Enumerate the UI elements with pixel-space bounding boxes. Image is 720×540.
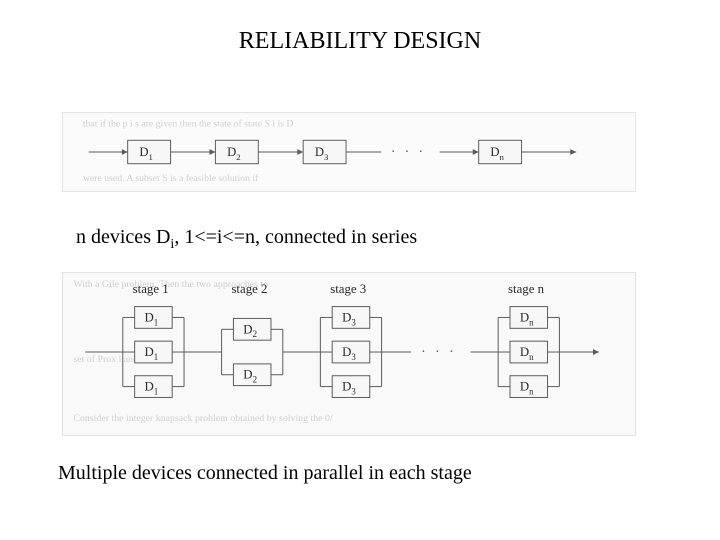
d3b-label: D — [342, 345, 351, 359]
device-n-label: D — [490, 145, 499, 159]
dnb-sub: n — [529, 352, 534, 362]
d1a-label: D — [145, 310, 154, 324]
figure-parallel: With a Gile problem. Then the two approa… — [62, 272, 636, 436]
stage-3-label: stage 3 — [330, 282, 366, 296]
svg-text:set of Prox i and: set of Prox i and — [73, 354, 138, 365]
svg-text:Consider the integer knapsack: Consider the integer knapsack problem ob… — [73, 413, 333, 424]
caption-series: n devices Di, 1<=i<=n, connected in seri… — [76, 226, 417, 253]
dna-label: D — [520, 310, 529, 324]
device-1-label: D — [139, 145, 148, 159]
device-2-label: D — [227, 145, 236, 159]
dnc-label: D — [520, 380, 529, 394]
ellipsis-icon: · · · — [421, 344, 457, 359]
figure-series: that if the p i s are given then the sta… — [62, 112, 636, 192]
d3c-label: D — [342, 380, 351, 394]
d2b-sub: 2 — [253, 375, 257, 385]
svg-text:were used. A subset S is a fea: were used. A subset S is a feasible solu… — [83, 173, 259, 184]
d1c-sub: 1 — [154, 387, 158, 397]
caption-series-pre: n devices D — [76, 226, 170, 248]
d1a-sub: 1 — [154, 317, 158, 327]
stage-n-label: stage n — [508, 282, 545, 296]
d1c-label: D — [145, 380, 154, 394]
d1b-sub: 1 — [154, 352, 158, 362]
caption-parallel: Multiple devices connected in parallel i… — [58, 462, 472, 485]
device-3-sub: 3 — [324, 152, 329, 162]
d2b-label: D — [243, 368, 252, 382]
device-n-sub: n — [500, 152, 505, 162]
d1b-label: D — [145, 345, 154, 359]
dnc-sub: n — [529, 387, 534, 397]
device-3-label: D — [315, 145, 324, 159]
d3a-sub: 3 — [351, 317, 356, 327]
d3a-label: D — [342, 310, 351, 324]
device-1-sub: 1 — [149, 152, 153, 162]
d3c-sub: 3 — [351, 387, 356, 397]
page-title: RELIABILITY DESIGN — [0, 28, 720, 55]
caption-series-post: , 1<=i<=n, connected in series — [174, 226, 417, 248]
d2a-sub: 2 — [253, 329, 257, 339]
dnb-label: D — [520, 345, 529, 359]
stage-1-label: stage 1 — [133, 282, 169, 296]
stage-2-label: stage 2 — [231, 282, 267, 296]
dna-sub: n — [529, 317, 534, 327]
d2a-label: D — [243, 322, 252, 336]
ellipsis-icon: · · · — [391, 144, 426, 159]
svg-text:that if the p i s are given th: that if the p i s are given then the sta… — [83, 119, 294, 130]
device-2-sub: 2 — [236, 152, 240, 162]
d3b-sub: 3 — [351, 352, 356, 362]
